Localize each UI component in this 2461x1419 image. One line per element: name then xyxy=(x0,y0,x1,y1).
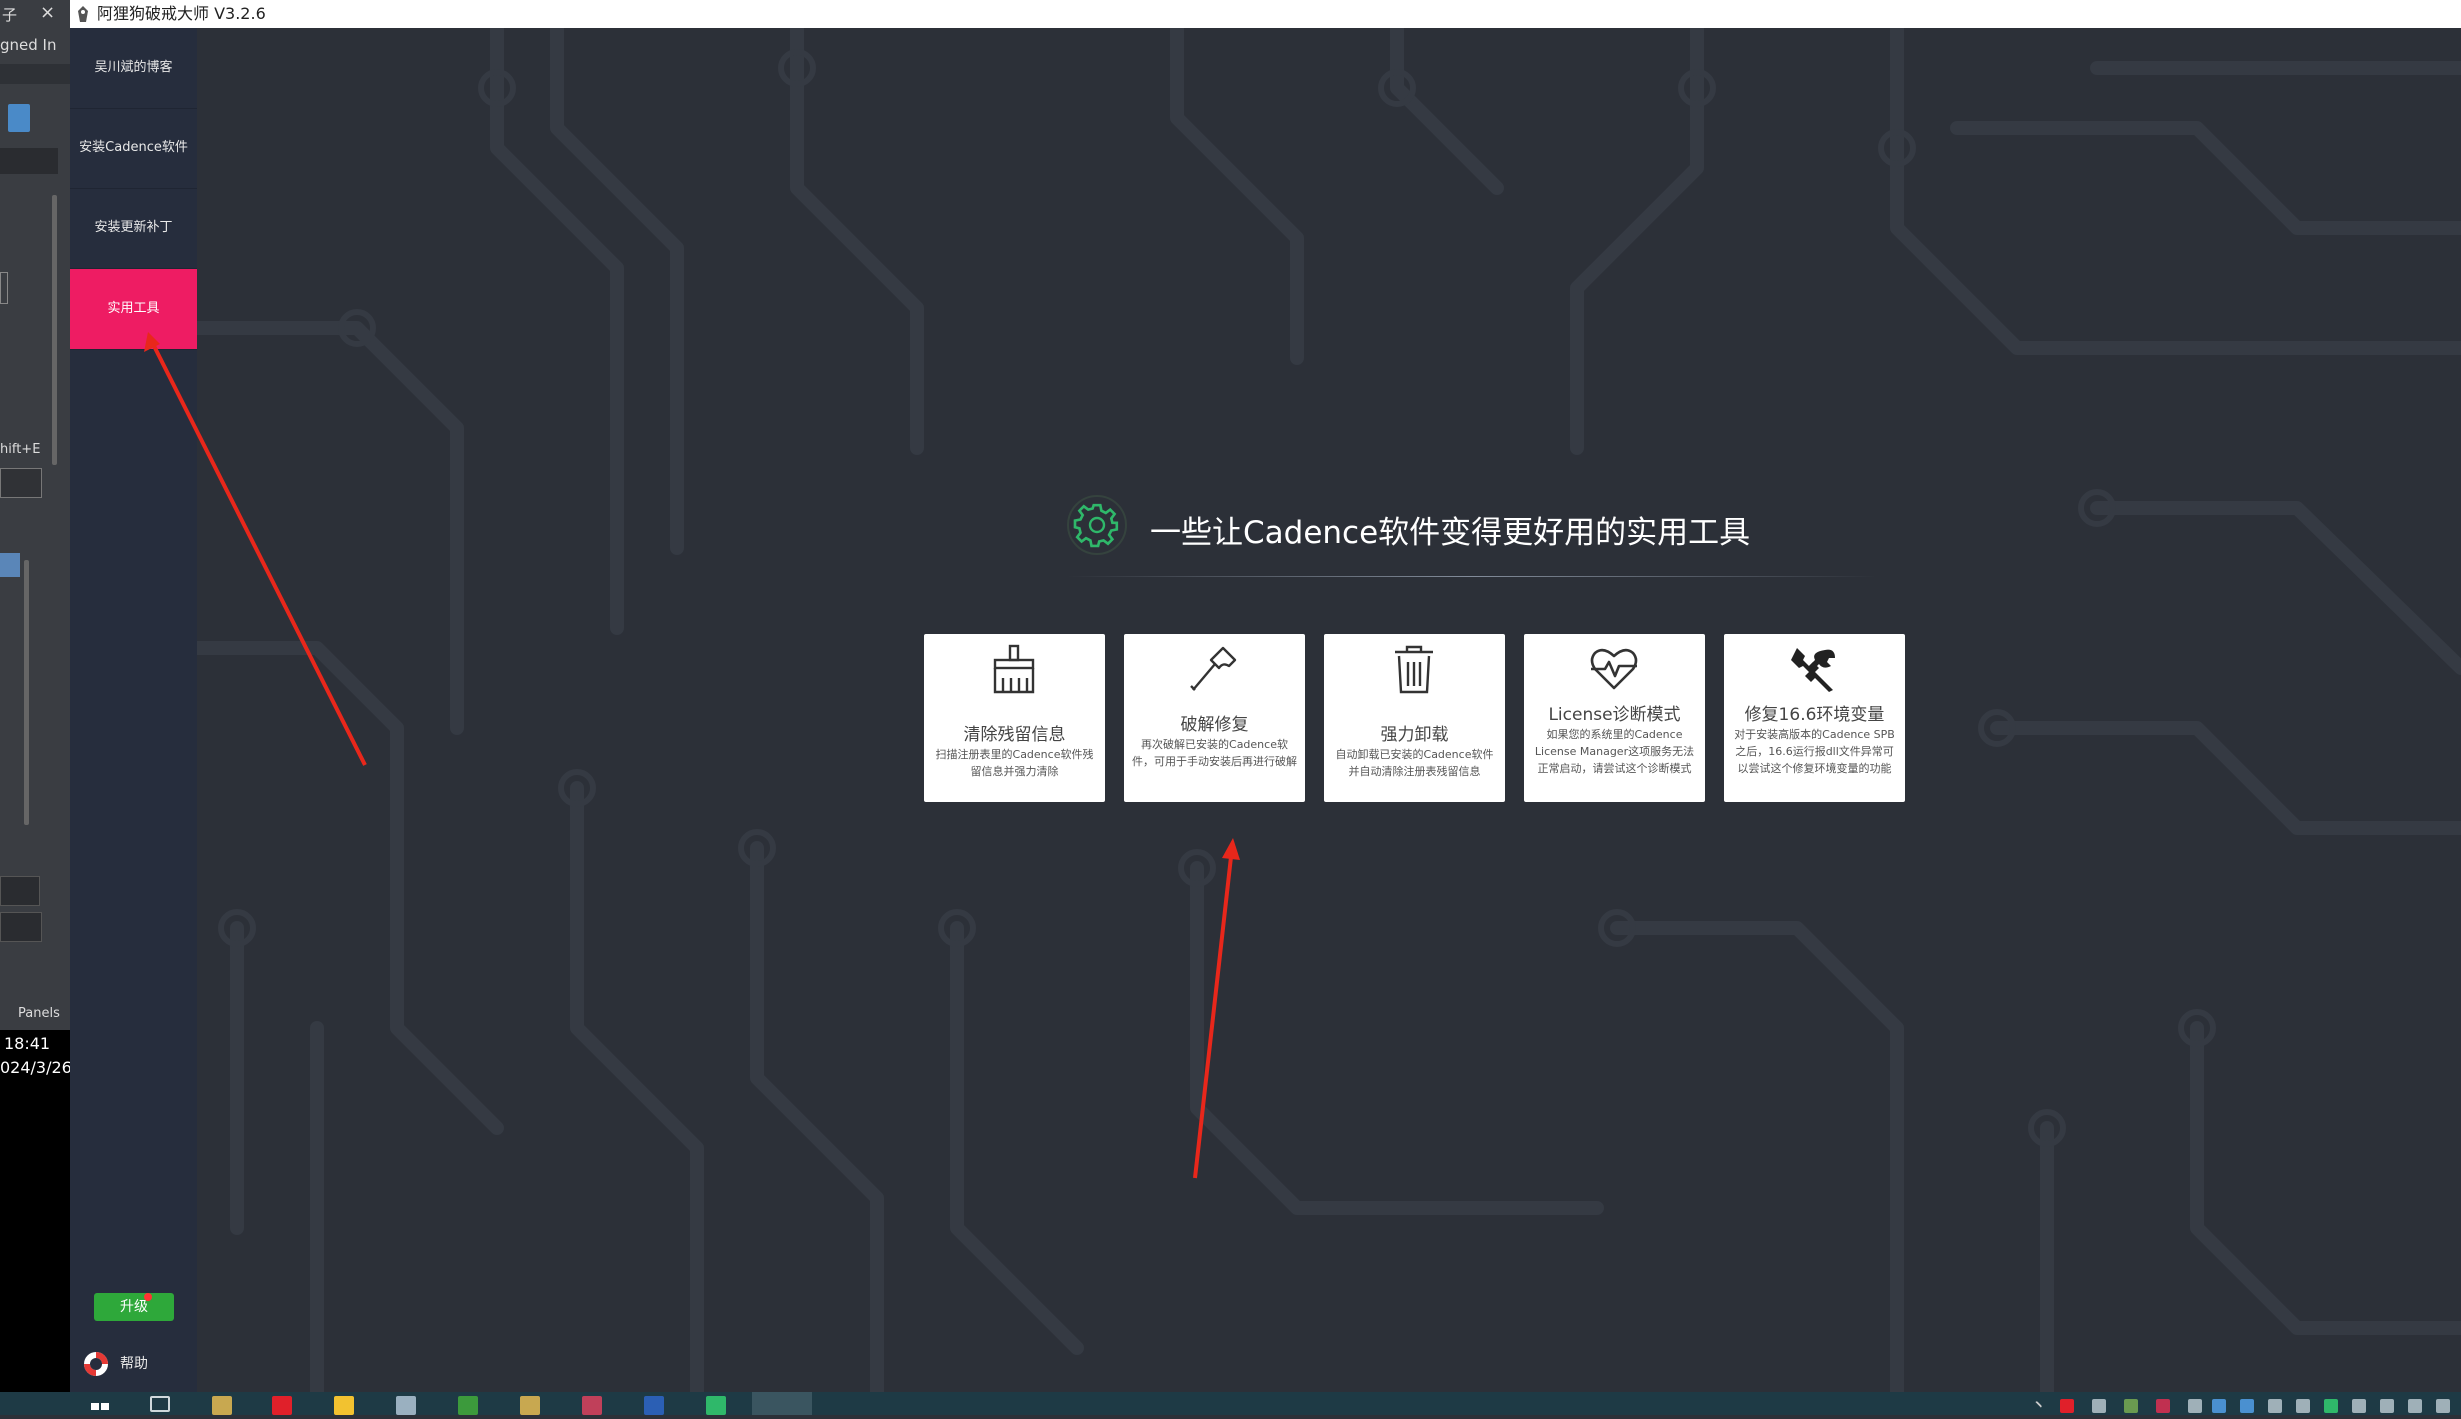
tray-icon-10[interactable] xyxy=(2324,1399,2338,1413)
page-title: 一些让Cadence软件变得更好用的实用工具 xyxy=(1150,515,1751,551)
tray-icon-11[interactable] xyxy=(2352,1399,2366,1413)
tray-icon-4[interactable] xyxy=(2156,1399,2170,1413)
bg-input[interactable] xyxy=(0,148,58,174)
help-button[interactable]: 帮助 xyxy=(82,1350,192,1378)
sidebar-item-label: 吴川斌的博客 xyxy=(94,60,173,75)
main-panel: 一些让Cadence软件变得更好用的实用工具 清除残留信息 扫描注册表里的Cad… xyxy=(197,28,2461,1392)
tray-icon-1[interactable] xyxy=(2060,1399,2074,1413)
card-desc: 自动卸载已安装的Cadence软件并自动清除注册表残留信息 xyxy=(1335,748,1494,778)
sidebar-item-label: 安装Cadence软件 xyxy=(79,140,188,155)
sidebar-item-label: 安装更新补丁 xyxy=(94,220,173,235)
card-title: 修复16.6环境变量 xyxy=(1744,705,1885,725)
taskbar-app-6-icon[interactable] xyxy=(520,1396,540,1415)
card-clean-residue[interactable]: 清除残留信息 扫描注册表里的Cadence软件残留信息并强力清除 xyxy=(924,634,1105,802)
card-title: 清除残留信息 xyxy=(963,725,1066,745)
bg-field[interactable] xyxy=(0,468,42,498)
notification-dot xyxy=(144,1293,152,1301)
tray-icon-7[interactable] xyxy=(2240,1399,2254,1413)
word-icon[interactable] xyxy=(644,1396,664,1415)
bg-field-2[interactable] xyxy=(0,912,42,942)
heartbeat-icon xyxy=(1590,648,1638,690)
filter-icon[interactable] xyxy=(8,104,30,132)
bg-scrollbar-2[interactable] xyxy=(24,560,29,825)
windows-start-icon[interactable] xyxy=(90,1396,110,1415)
sidebar-item-install-cadence[interactable]: 安装Cadence软件 xyxy=(70,108,197,189)
section-heading: 一些让Cadence软件变得更好用的实用工具 xyxy=(1067,495,1767,555)
card-desc: 扫描注册表里的Cadence软件残留信息并强力清除 xyxy=(935,748,1094,778)
bg-selection xyxy=(0,553,20,577)
bg-panels-button[interactable]: Panels xyxy=(18,1006,70,1021)
wifi-icon[interactable] xyxy=(2408,1399,2422,1413)
tray-icon-3[interactable] xyxy=(2124,1399,2138,1413)
bg-time: 18:41 xyxy=(4,1034,51,1053)
bg-close-icon[interactable]: × xyxy=(40,2,70,23)
card-title: 破解修复 xyxy=(1180,715,1249,735)
card-force-uninstall[interactable]: 强力卸载 自动卸载已安装的Cadence软件并自动清除注册表残留信息 xyxy=(1324,634,1505,802)
wrench-icon xyxy=(1791,648,1835,692)
upgrade-label: 升级 xyxy=(120,1299,148,1315)
bg-box xyxy=(0,272,8,304)
card-fix-env-vars[interactable]: 修复16.6环境变量 对于安装高版本的Cadence SPB之后，16.6运行报… xyxy=(1724,634,1905,802)
bg-date: 024/3/26 xyxy=(0,1058,70,1077)
sidebar-item-install-patch[interactable]: 安装更新补丁 xyxy=(70,188,197,269)
background-window: 子 × gned In hift+E Panels 18:41 024/3/26 xyxy=(0,0,70,1392)
taskbar-app-9-icon[interactable] xyxy=(706,1396,726,1415)
bg-dropdown[interactable] xyxy=(0,876,40,906)
gear-icon xyxy=(1067,495,1127,555)
taskbar-app-4-icon[interactable] xyxy=(396,1396,416,1415)
tray-icon-2[interactable] xyxy=(2092,1399,2106,1413)
trash-icon xyxy=(1395,645,1433,694)
taskbar-app-active-icon[interactable] xyxy=(752,1392,812,1415)
taskbar-app-7-icon[interactable] xyxy=(582,1396,602,1415)
card-license-diagnose[interactable]: License诊断模式 如果您的系统里的Cadence License Mana… xyxy=(1524,634,1705,802)
sidebar: 吴川斌的博客 安装Cadence软件 安装更新补丁 实用工具 升级 帮助 xyxy=(70,28,197,1392)
card-title: 强力卸载 xyxy=(1380,725,1449,745)
card-crack-repair[interactable]: 破解修复 再次破解已安装的Cadence软件，可用于手动安装后再进行破解 xyxy=(1124,634,1305,802)
tray-icon-12[interactable] xyxy=(2380,1399,2394,1413)
bg-shortcut: hift+E xyxy=(0,442,41,457)
sidebar-item-tools[interactable]: 实用工具 xyxy=(70,269,197,350)
axe-icon xyxy=(1190,646,1237,691)
sidebar-item-blog[interactable]: 吴川斌的博客 xyxy=(70,28,197,109)
tray-chevron-icon[interactable] xyxy=(2029,1400,2043,1414)
app-logo-icon xyxy=(78,6,88,22)
taskbar-app-5-icon[interactable] xyxy=(458,1396,478,1415)
card-desc: 再次破解已安装的Cadence软件，可用于手动安装后再进行破解 xyxy=(1132,738,1297,768)
tray-icon-9[interactable] xyxy=(2296,1399,2310,1413)
bg-clock-panel xyxy=(0,1030,70,1392)
tray-icon-8[interactable] xyxy=(2268,1399,2282,1413)
window-title: 阿狸狗破戒大师 V3.2.6 xyxy=(97,4,266,23)
lifebuoy-icon xyxy=(84,1352,108,1376)
taskbar-app-2-icon[interactable] xyxy=(272,1396,292,1415)
bg-scrollbar[interactable] xyxy=(52,195,57,465)
upgrade-button[interactable]: 升级 xyxy=(94,1293,174,1321)
tray-icon-5[interactable] xyxy=(2188,1399,2202,1413)
heading-divider xyxy=(1067,576,1877,577)
help-label: 帮助 xyxy=(120,1356,148,1372)
tray-icon-6[interactable] xyxy=(2212,1399,2226,1413)
bg-toolbar xyxy=(0,64,70,84)
title-bar: 阿狸狗破戒大师 V3.2.6 xyxy=(70,0,2461,28)
card-desc: 对于安装高版本的Cadence SPB之后，16.6运行报dll文件异常可以尝试… xyxy=(1734,728,1895,775)
taskbar xyxy=(0,1392,2461,1415)
taskbar-app-1-icon[interactable] xyxy=(212,1396,232,1415)
bg-signed-in[interactable]: gned In xyxy=(0,36,70,54)
card-desc: 如果您的系统里的Cadence License Manager这项服务无法正常启… xyxy=(1534,728,1695,775)
volume-icon[interactable] xyxy=(2436,1399,2450,1413)
task-view-icon[interactable] xyxy=(150,1396,170,1412)
file-explorer-icon[interactable] xyxy=(334,1396,354,1415)
card-title: License诊断模式 xyxy=(1548,705,1681,725)
broom-icon xyxy=(993,644,1035,694)
sidebar-item-label: 实用工具 xyxy=(107,301,160,316)
